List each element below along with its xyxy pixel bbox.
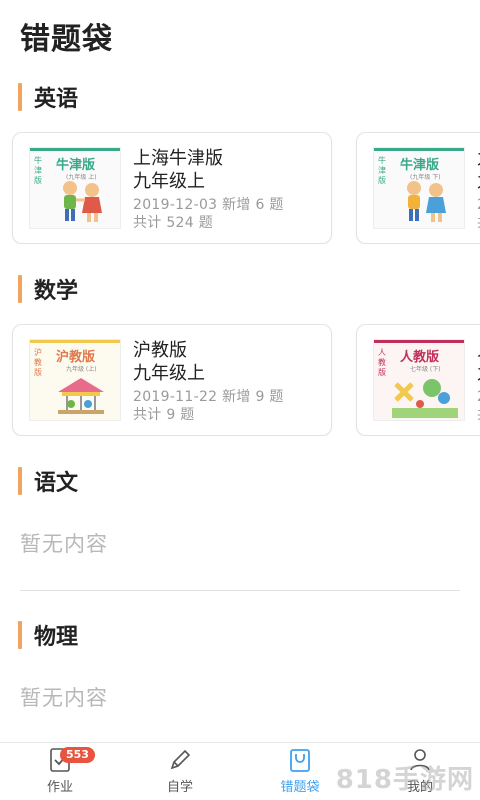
tab-homework[interactable]: 553 作业	[0, 743, 120, 800]
book-cover: 沪教版 沪教版 九年级 (上)	[29, 339, 121, 421]
section-divider	[20, 590, 460, 591]
section-accent-bar	[18, 621, 22, 649]
section-header-math: 数学	[18, 274, 78, 304]
section-title-math: 数学	[34, 279, 79, 304]
section-title-english: 英语	[34, 87, 79, 112]
tab-label: 作业	[46, 780, 73, 795]
section-title-physics: 物理	[34, 625, 79, 650]
pencil-icon	[170, 749, 191, 770]
section-header-chinese: 语文	[18, 466, 78, 496]
tab-label: 自学	[166, 780, 193, 795]
cover-title: 人教版	[400, 350, 440, 365]
playground-illustration-icon	[392, 379, 458, 418]
cover-side-text: 牛津版	[378, 156, 386, 185]
book-cover: 牛津版 牛津版 (九年级 下)	[373, 147, 465, 229]
book-total-count: 共计 524 题	[133, 215, 214, 231]
empty-state-chinese: 暂无内容	[20, 532, 108, 556]
book-card-math-1[interactable]: 沪教版 沪教版 九年级 (上) 沪教版 九年级上 2019-11-22 新增 9…	[12, 324, 332, 436]
book-grade: 九年级上	[133, 171, 205, 192]
page-title: 错题袋	[20, 22, 113, 57]
section-accent-bar	[18, 275, 22, 303]
section-accent-bar	[18, 83, 22, 111]
kids-illustration-icon	[407, 181, 446, 222]
cover-title: 沪教版	[56, 350, 96, 365]
book-total-count: 共计 9 题	[133, 407, 195, 423]
carousel-illustration-icon	[58, 378, 104, 414]
book-cover: 牛津版 牛津版 (九年级 上)	[29, 147, 121, 229]
book-update-info: 2019-12-03 新增 6 题	[133, 197, 284, 213]
book-cover: 人教版 人教版 七年级 (下)	[373, 339, 465, 421]
section-header-physics: 物理	[18, 620, 78, 650]
english-book-row[interactable]: 牛津版 牛津版 (九年级 上) 上海牛津版 九年级上 2019-12-03 新增…	[0, 132, 480, 244]
bag-icon	[290, 749, 310, 772]
book-name: 沪教版	[133, 340, 187, 361]
tab-self-study[interactable]: 自学	[120, 743, 240, 800]
book-card-english-1[interactable]: 牛津版 牛津版 (九年级 上) 上海牛津版 九年级上 2019-12-03 新增…	[12, 132, 332, 244]
book-update-info: 2019-11-22 新增 9 题	[133, 389, 284, 405]
empty-state-physics: 暂无内容	[20, 686, 108, 710]
cover-title: 牛津版	[56, 158, 96, 173]
site-watermark: 818手游网	[335, 765, 474, 795]
cover-side-text: 沪教版	[34, 348, 42, 377]
homework-count-badge: 553	[60, 747, 95, 763]
kids-illustration-icon	[63, 181, 102, 222]
math-book-row[interactable]: 沪教版 沪教版 九年级 (上) 沪教版 九年级上 2019-11-22 新增 9…	[0, 324, 480, 436]
cover-title: 牛津版	[400, 158, 440, 173]
tab-label: 错题袋	[280, 780, 320, 795]
book-card-math-2[interactable]: 人教版 人教版 七年级 (下) 人 九 2 共	[356, 324, 480, 436]
section-header-english: 英语	[18, 82, 78, 112]
cover-side-text: 人教版	[378, 348, 386, 377]
section-title-chinese: 语文	[34, 471, 79, 496]
book-card-english-2[interactable]: 牛津版 牛津版 (九年级 下) 九 九 2 共	[356, 132, 480, 244]
book-grade: 九年级上	[133, 363, 205, 384]
section-accent-bar	[18, 467, 22, 495]
cover-side-text: 牛津版	[34, 156, 42, 185]
book-name: 上海牛津版	[133, 148, 223, 169]
